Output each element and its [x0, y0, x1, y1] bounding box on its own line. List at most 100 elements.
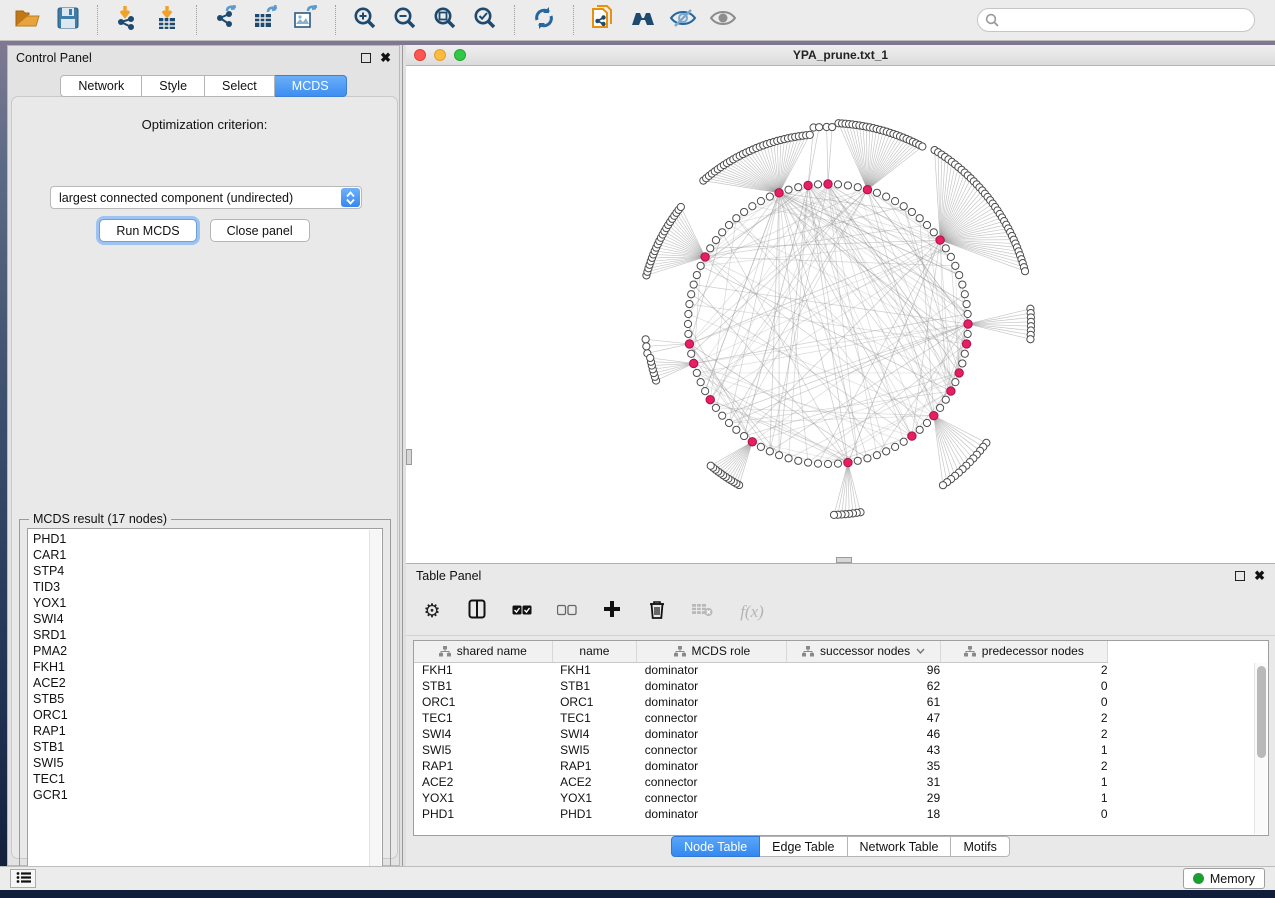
- cell-shared_name[interactable]: FKH1: [414, 662, 552, 678]
- zoom-selected-button[interactable]: [470, 5, 500, 35]
- delete-table-button[interactable]: [690, 600, 714, 624]
- tab-motifs[interactable]: Motifs: [951, 836, 1009, 857]
- mcds-result-item[interactable]: PMA2: [28, 643, 382, 659]
- export-image-button[interactable]: [291, 5, 321, 35]
- cell-successor_nodes[interactable]: 47: [787, 710, 940, 726]
- cell-shared_name[interactable]: TEC1: [414, 710, 552, 726]
- cell-successor_nodes[interactable]: 46: [787, 726, 940, 742]
- table-scrollbar-thumb[interactable]: [1257, 666, 1266, 758]
- zoom-in-button[interactable]: [350, 5, 380, 35]
- cell-successor_nodes[interactable]: 43: [787, 742, 940, 758]
- column-header-shared-name[interactable]: shared name: [414, 641, 552, 662]
- cell-shared_name[interactable]: SWI5: [414, 742, 552, 758]
- cell-predecessor_nodes[interactable]: 1: [940, 774, 1107, 790]
- show-columns-button[interactable]: [465, 600, 489, 624]
- cell-mcds_role[interactable]: connector: [637, 742, 787, 758]
- cell-successor_nodes[interactable]: 29: [787, 790, 940, 806]
- search-input[interactable]: [977, 8, 1255, 32]
- mcds-result-item[interactable]: STB5: [28, 691, 382, 707]
- cell-name[interactable]: FKH1: [552, 662, 637, 678]
- cell-predecessor_nodes[interactable]: 2: [940, 662, 1107, 678]
- cell-shared_name[interactable]: STB1: [414, 678, 552, 694]
- mcds-result-item[interactable]: FKH1: [28, 659, 382, 675]
- mcds-result-item[interactable]: ORC1: [28, 707, 382, 723]
- cell-predecessor_nodes[interactable]: 1: [940, 790, 1107, 806]
- show-graphics-details-button[interactable]: [708, 5, 738, 35]
- table-row[interactable]: FKH1FKH1dominator962: [414, 662, 1108, 678]
- tab-select[interactable]: Select: [205, 75, 275, 97]
- table-row[interactable]: RAP1RAP1dominator352: [414, 758, 1108, 774]
- network-graph[interactable]: [406, 66, 1275, 563]
- close-panel-icon[interactable]: ✖: [380, 53, 391, 63]
- cell-shared_name[interactable]: ORC1: [414, 694, 552, 710]
- cell-name[interactable]: ACE2: [552, 774, 637, 790]
- cell-successor_nodes[interactable]: 18: [787, 806, 940, 822]
- table-row[interactable]: ORC1ORC1dominator610: [414, 694, 1108, 710]
- cell-shared_name[interactable]: YOX1: [414, 790, 552, 806]
- column-header-predecessor-nodes[interactable]: predecessor nodes: [940, 641, 1107, 662]
- column-header-name[interactable]: name: [552, 641, 637, 662]
- table-row[interactable]: YOX1YOX1connector291: [414, 790, 1108, 806]
- float-panel-icon[interactable]: [1235, 571, 1245, 581]
- export-table-button[interactable]: [251, 5, 281, 35]
- cell-successor_nodes[interactable]: 62: [787, 678, 940, 694]
- cell-name[interactable]: SWI4: [552, 726, 637, 742]
- cell-name[interactable]: PHD1: [552, 806, 637, 822]
- cell-shared_name[interactable]: ACE2: [414, 774, 552, 790]
- zoom-fit-button[interactable]: [430, 5, 460, 35]
- import-table-button[interactable]: [152, 5, 182, 35]
- export-network-file-button[interactable]: [588, 5, 618, 35]
- cell-name[interactable]: RAP1: [552, 758, 637, 774]
- mcds-result-item[interactable]: TEC1: [28, 771, 382, 787]
- tab-edge-table[interactable]: Edge Table: [760, 836, 847, 857]
- mcds-result-item[interactable]: STP4: [28, 563, 382, 579]
- table-row[interactable]: TEC1TEC1connector472: [414, 710, 1108, 726]
- cell-mcds_role[interactable]: dominator: [637, 758, 787, 774]
- tab-network[interactable]: Network: [60, 75, 142, 97]
- mcds-list-scrollbar[interactable]: [369, 530, 381, 880]
- close-panel-button[interactable]: Close panel: [210, 219, 310, 242]
- memory-button[interactable]: Memory: [1183, 868, 1265, 889]
- open-session-button[interactable]: [13, 5, 43, 35]
- cell-name[interactable]: YOX1: [552, 790, 637, 806]
- mcds-result-item[interactable]: SWI4: [28, 611, 382, 627]
- show-task-history-button[interactable]: [10, 869, 36, 888]
- cell-predecessor_nodes[interactable]: 2: [940, 758, 1107, 774]
- float-panel-icon[interactable]: [361, 53, 371, 63]
- cell-predecessor_nodes[interactable]: 2: [940, 710, 1107, 726]
- node-table[interactable]: shared namenameMCDS rolesuccessor nodesp…: [413, 640, 1269, 836]
- cell-successor_nodes[interactable]: 61: [787, 694, 940, 710]
- mcds-result-item[interactable]: GCR1: [28, 787, 382, 803]
- close-panel-icon[interactable]: ✖: [1254, 571, 1265, 581]
- tab-node-table[interactable]: Node Table: [671, 836, 760, 857]
- cell-mcds_role[interactable]: dominator: [637, 662, 787, 678]
- mcds-result-item[interactable]: TID3: [28, 579, 382, 595]
- run-mcds-button[interactable]: Run MCDS: [99, 219, 196, 242]
- column-header-successor-nodes[interactable]: successor nodes: [787, 641, 940, 662]
- cell-successor_nodes[interactable]: 31: [787, 774, 940, 790]
- mcds-result-item[interactable]: RAP1: [28, 723, 382, 739]
- save-session-button[interactable]: [53, 5, 83, 35]
- cell-mcds_role[interactable]: connector: [637, 790, 787, 806]
- cell-predecessor_nodes[interactable]: 0: [940, 694, 1107, 710]
- table-settings-button[interactable]: ⚙: [420, 600, 444, 624]
- cell-predecessor_nodes[interactable]: 2: [940, 726, 1107, 742]
- export-network-button[interactable]: [211, 5, 241, 35]
- cell-shared_name[interactable]: PHD1: [414, 806, 552, 822]
- table-row[interactable]: STB1STB1dominator620: [414, 678, 1108, 694]
- table-row[interactable]: PHD1PHD1dominator180: [414, 806, 1108, 822]
- tab-style[interactable]: Style: [142, 75, 205, 97]
- cell-name[interactable]: STB1: [552, 678, 637, 694]
- mcds-result-item[interactable]: PHD1: [28, 531, 382, 547]
- cell-predecessor_nodes[interactable]: 1: [940, 742, 1107, 758]
- table-row[interactable]: SWI4SWI4dominator462: [414, 726, 1108, 742]
- mcds-result-item[interactable]: YOX1: [28, 595, 382, 611]
- cell-mcds_role[interactable]: connector: [637, 774, 787, 790]
- cell-mcds_role[interactable]: dominator: [637, 726, 787, 742]
- search-network-button[interactable]: [628, 5, 658, 35]
- mcds-result-item[interactable]: STB1: [28, 739, 382, 755]
- select-all-button[interactable]: [510, 600, 534, 624]
- cell-name[interactable]: TEC1: [552, 710, 637, 726]
- tab-mcds[interactable]: MCDS: [275, 75, 347, 97]
- cell-name[interactable]: SWI5: [552, 742, 637, 758]
